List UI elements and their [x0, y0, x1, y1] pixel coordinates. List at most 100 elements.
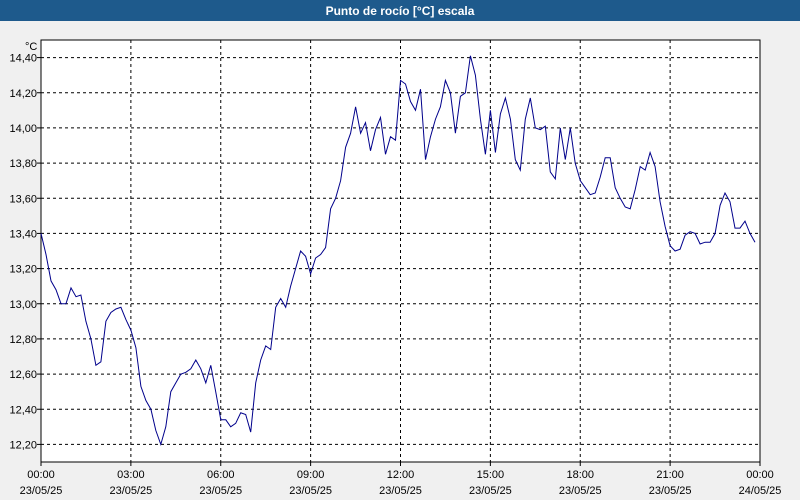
data-point	[719, 204, 721, 206]
data-point	[319, 253, 321, 255]
data-point	[509, 118, 511, 120]
data-point	[469, 55, 471, 57]
data-point	[200, 368, 202, 370]
data-point	[180, 373, 182, 375]
y-tick-label: 12,60	[9, 369, 37, 381]
data-point	[160, 443, 162, 445]
data-point	[724, 192, 726, 194]
data-point	[409, 100, 411, 102]
data-point	[494, 151, 496, 153]
data-point	[539, 129, 541, 131]
data-point	[609, 157, 611, 159]
data-point	[230, 426, 232, 428]
data-point	[569, 127, 571, 129]
data-point	[100, 361, 102, 363]
data-point	[399, 79, 401, 81]
data-point	[709, 241, 711, 243]
data-point	[90, 338, 92, 340]
data-point	[429, 136, 431, 138]
data-point	[714, 232, 716, 234]
data-point	[519, 169, 521, 171]
y-tick-label: 12,40	[9, 404, 37, 416]
data-point	[285, 306, 287, 308]
data-point	[634, 188, 636, 190]
data-point	[389, 136, 391, 138]
y-tick-label: 12,20	[9, 439, 37, 451]
data-point	[359, 132, 361, 134]
data-point	[190, 368, 192, 370]
data-point	[739, 227, 741, 229]
data-point	[270, 348, 272, 350]
data-point	[45, 253, 47, 255]
data-point	[639, 165, 641, 167]
data-point	[459, 95, 461, 97]
data-point	[354, 106, 356, 108]
y-tick-label: 13,80	[9, 158, 37, 170]
data-point	[394, 139, 396, 141]
x-tick-time-label: 18:00	[566, 469, 594, 481]
data-point	[564, 158, 566, 160]
data-point	[754, 241, 756, 243]
data-point	[434, 118, 436, 120]
data-point	[175, 382, 177, 384]
data-point	[704, 241, 706, 243]
data-point	[669, 245, 671, 247]
data-point	[140, 385, 142, 387]
data-point	[334, 197, 336, 199]
y-tick-label: 14,00	[9, 123, 37, 135]
data-point	[205, 382, 207, 384]
x-tick-time-label: 21:00	[656, 469, 684, 481]
data-point	[80, 294, 82, 296]
data-point	[689, 231, 691, 233]
data-point	[170, 391, 172, 393]
data-point	[275, 306, 277, 308]
data-point	[299, 250, 301, 252]
data-point	[674, 250, 676, 252]
x-tick-date-label: 23/05/25	[469, 485, 512, 497]
x-tick-date-label: 23/05/25	[20, 485, 63, 497]
data-point	[744, 220, 746, 222]
data-point	[699, 243, 701, 245]
x-tick-date-label: 23/05/25	[109, 485, 152, 497]
y-tick-label: 13,20	[9, 264, 37, 276]
data-point	[85, 320, 87, 322]
data-point	[125, 318, 127, 320]
y-tick-labels: 12,20 12,40 12,60 12,80 13,00 13,20 13,40 13,60…	[9, 53, 37, 452]
data-point	[499, 113, 501, 115]
data-point	[414, 109, 416, 111]
data-point	[504, 97, 506, 99]
data-point	[644, 169, 646, 171]
data-point	[130, 329, 132, 331]
data-point	[364, 121, 366, 123]
data-point	[65, 303, 67, 305]
data-point	[95, 364, 97, 366]
data-point	[369, 150, 371, 152]
data-point	[534, 127, 536, 129]
data-point	[379, 116, 381, 118]
data-point	[165, 426, 167, 428]
x-tick-date-label: 24/05/25	[739, 485, 782, 497]
y-tick-label: 12,80	[9, 334, 37, 346]
data-point	[309, 273, 311, 275]
data-point	[265, 345, 267, 347]
data-point	[464, 92, 466, 94]
data-point	[679, 248, 681, 250]
data-point	[549, 171, 551, 173]
x-tick-date-label: 23/05/25	[379, 485, 422, 497]
data-point	[260, 359, 262, 361]
data-point	[150, 408, 152, 410]
data-point	[55, 289, 57, 291]
chart-root: Punto de rocío [°C] escala 12,20 12,40 12,…	[0, 0, 800, 500]
data-point	[60, 303, 62, 305]
data-point	[579, 180, 581, 182]
data-point	[619, 197, 621, 199]
data-point	[599, 176, 601, 178]
data-point	[329, 208, 331, 210]
data-point	[544, 125, 546, 127]
data-point	[454, 132, 456, 134]
data-point	[374, 129, 376, 131]
data-point	[584, 187, 586, 189]
data-point	[659, 201, 661, 203]
data-point	[245, 413, 247, 415]
data-point	[70, 287, 72, 289]
